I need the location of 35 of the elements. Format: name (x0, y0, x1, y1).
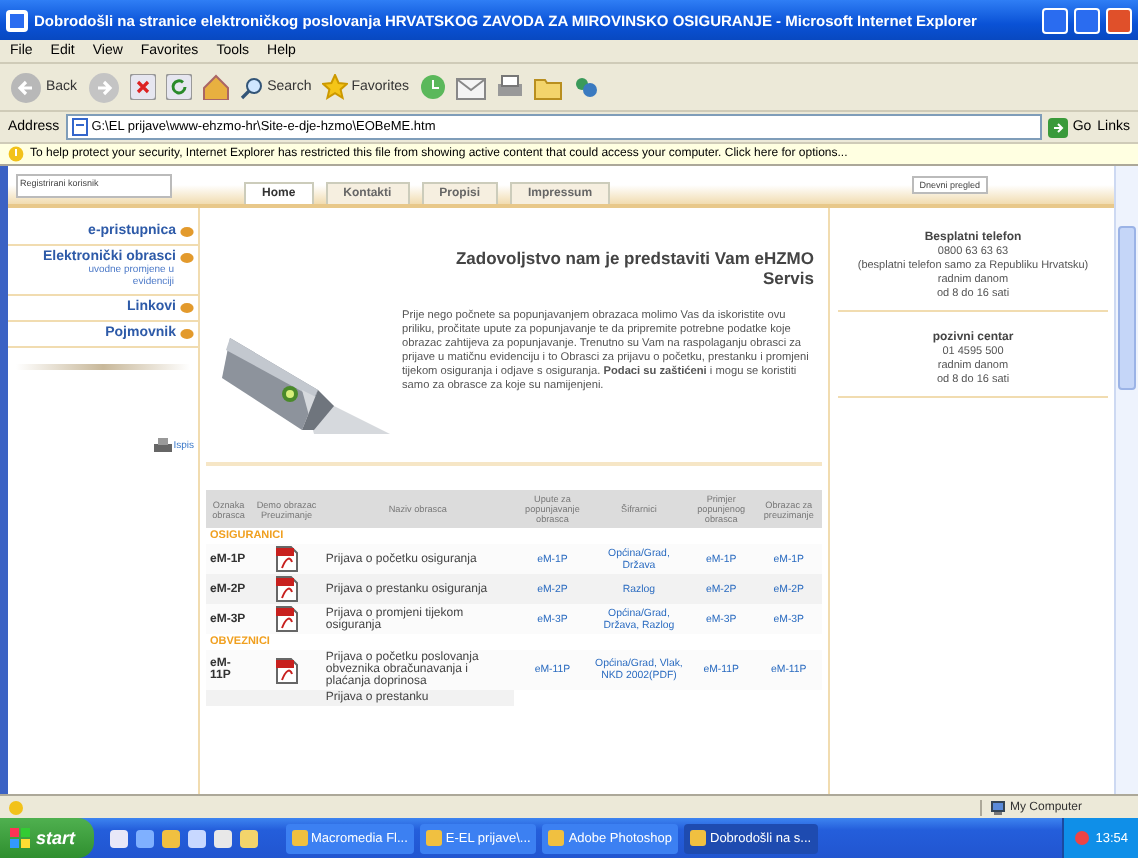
bullet-icon (180, 327, 194, 339)
start-button[interactable]: start (0, 818, 94, 858)
windows-logo-icon (10, 828, 30, 848)
star-icon (321, 74, 348, 100)
pdf-icon[interactable] (275, 546, 298, 572)
bullet-icon (180, 251, 194, 263)
page-icon (71, 118, 88, 136)
app-icon (690, 830, 706, 846)
scroll-thumb[interactable] (1118, 226, 1136, 390)
bullet-icon (180, 225, 194, 237)
print-icon[interactable] (495, 74, 524, 100)
app-icon (548, 830, 565, 846)
pdf-icon[interactable] (275, 606, 298, 632)
printer-icon (153, 438, 172, 454)
stop-icon[interactable] (129, 74, 156, 100)
browser-icon (6, 9, 28, 31)
bullet-icon (180, 301, 194, 313)
minimize-button[interactable] (1042, 7, 1068, 33)
scrollbar[interactable] (1114, 166, 1138, 794)
app-icon (291, 830, 308, 846)
search-icon (239, 75, 264, 99)
pdf-icon[interactable] (275, 657, 298, 683)
refresh-icon[interactable] (165, 74, 192, 100)
warning-icon (8, 146, 24, 162)
home-icon[interactable] (201, 74, 230, 100)
page-status-icon (8, 799, 24, 815)
go-arrow-icon (1048, 117, 1069, 137)
close-button[interactable] (1106, 7, 1132, 33)
pdf-icon[interactable] (275, 576, 298, 602)
page-heading: Zadovoljstvo nam je predstaviti Vam eHZMO Servis (453, 248, 814, 288)
folder-icon[interactable] (533, 75, 562, 99)
maximize-button[interactable] (1074, 7, 1100, 33)
app-icon (425, 830, 442, 846)
mail-icon[interactable] (455, 75, 486, 99)
computer-icon (990, 799, 1006, 815)
